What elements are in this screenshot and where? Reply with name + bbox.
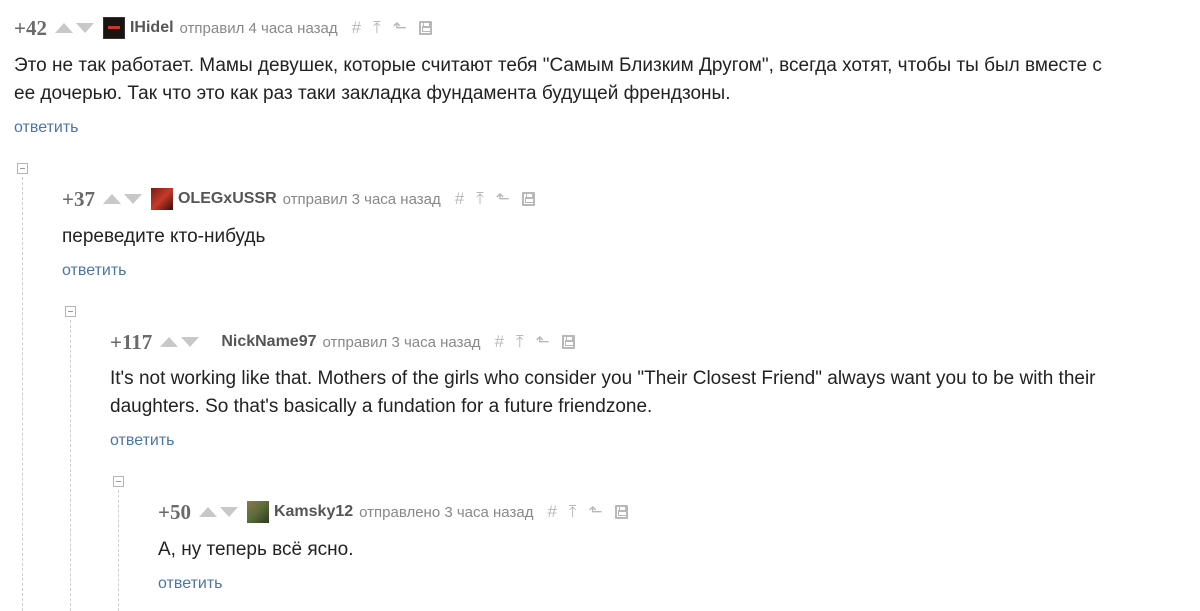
save-icon[interactable] — [521, 192, 535, 206]
arrow-up-icon[interactable]: ⤒ — [516, 332, 524, 352]
reply-link[interactable]: ответить — [14, 119, 79, 137]
reply-link[interactable]: ответить — [110, 432, 175, 450]
upvote-icon[interactable] — [102, 194, 121, 204]
rating: +42 — [14, 15, 47, 40]
thread-line — [118, 490, 119, 611]
timestamp: отправлено 3 часа назад — [359, 503, 534, 521]
comment-header: +50 Kamsky12 отправлено 3 часа назад # ⤒… — [158, 500, 628, 524]
branch-icon[interactable]: ⬑ — [536, 332, 550, 352]
comment-tools: # ⤒ ⬑ — [352, 18, 432, 38]
avatar[interactable] — [246, 501, 269, 523]
timestamp: отправил 3 часа назад — [282, 190, 441, 208]
thread-line — [70, 320, 71, 611]
rating: +50 — [158, 499, 191, 524]
arrow-up-icon[interactable]: ⤒ — [476, 189, 484, 209]
reply-link[interactable]: ответить — [158, 575, 223, 593]
comment-header: +37 OLEGxUSSR отправил 3 часа назад # ⤒ … — [62, 187, 535, 211]
collapse-icon[interactable] — [65, 306, 76, 317]
downvote-icon[interactable] — [219, 507, 238, 517]
upvote-icon[interactable] — [54, 23, 73, 33]
downvote-icon[interactable] — [123, 194, 142, 204]
upvote-icon[interactable] — [160, 337, 179, 347]
branch-icon[interactable]: ⬑ — [588, 502, 602, 522]
username[interactable]: NickName97 — [221, 333, 316, 351]
comment-header: +117 NickName97 отправил 3 часа назад # … — [110, 330, 575, 354]
hash-icon[interactable]: # — [495, 332, 504, 352]
save-icon[interactable] — [418, 21, 432, 35]
username[interactable]: IHidel — [130, 19, 174, 37]
comment-tools: # ⤒ ⬑ — [547, 502, 628, 522]
downvote-icon[interactable] — [75, 23, 94, 33]
vote-controls — [54, 23, 94, 33]
username[interactable]: Kamsky12 — [274, 503, 353, 521]
avatar[interactable] — [150, 188, 173, 210]
comment-header: +42 IHidel отправил 4 часа назад # ⤒ ⬑ — [14, 16, 432, 40]
save-icon[interactable] — [614, 505, 628, 519]
arrow-up-icon[interactable]: ⤒ — [569, 502, 577, 522]
timestamp: отправил 3 часа назад — [322, 333, 481, 351]
rating: +117 — [110, 329, 153, 354]
hash-icon[interactable]: # — [352, 18, 361, 38]
downvote-icon[interactable] — [181, 337, 200, 347]
vote-controls — [198, 507, 238, 517]
comment-text: переведите кто-нибудь — [62, 226, 266, 247]
upvote-icon[interactable] — [198, 507, 217, 517]
username[interactable]: OLEGxUSSR — [178, 190, 277, 208]
vote-controls — [160, 337, 200, 347]
collapse-icon[interactable] — [17, 163, 28, 174]
comment-text: It's not working like that. Mothers of t… — [110, 368, 1096, 417]
timestamp: отправил 4 часа назад — [179, 19, 338, 37]
save-icon[interactable] — [561, 335, 575, 349]
comment-text: Это не так работает. Мамы девушек, котор… — [14, 55, 1102, 104]
avatar[interactable] — [102, 17, 125, 39]
collapse-icon[interactable] — [113, 476, 124, 487]
branch-icon[interactable]: ⬑ — [393, 18, 407, 38]
hash-icon[interactable]: # — [455, 189, 464, 209]
hash-icon[interactable]: # — [547, 502, 556, 522]
rating: +37 — [62, 186, 95, 211]
arrow-up-icon[interactable]: ⤒ — [373, 18, 381, 38]
comment-text: А, ну теперь всё ясно. — [158, 539, 354, 560]
reply-link[interactable]: ответить — [62, 262, 127, 280]
comment-tools: # ⤒ ⬑ — [455, 189, 535, 209]
thread-line — [22, 177, 23, 611]
branch-icon[interactable]: ⬑ — [496, 189, 510, 209]
vote-controls — [102, 194, 142, 204]
comment-tools: # ⤒ ⬑ — [495, 332, 575, 352]
